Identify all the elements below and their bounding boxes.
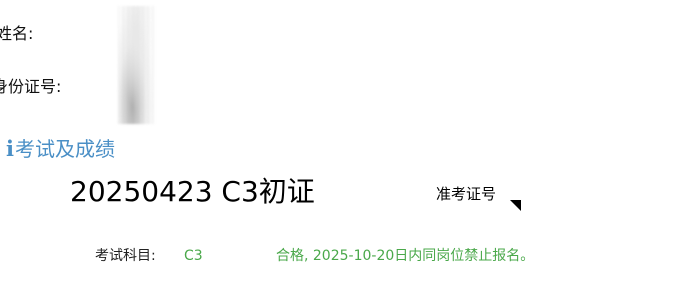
admission-ticket-label: 准考证号 [436, 185, 497, 203]
redacted-photo-area [118, 6, 154, 124]
exam-title: 20250423 C3初证 [70, 175, 315, 208]
corner-triangle-icon [510, 200, 521, 211]
id-number-label: 身份证号: [0, 77, 62, 96]
exam-result-status: 合格, 2025-10-20日内同岗位禁止报名。 [276, 248, 535, 264]
exam-subject-label: 考试科目: [95, 248, 156, 264]
section-title: 考试及成绩 [14, 137, 115, 161]
name-label: 姓名: [0, 24, 34, 43]
info-icon: i [6, 136, 14, 161]
exam-subject-value: C3 [184, 248, 203, 264]
section-header-exam-scores: i 考试及成绩 [6, 136, 115, 162]
